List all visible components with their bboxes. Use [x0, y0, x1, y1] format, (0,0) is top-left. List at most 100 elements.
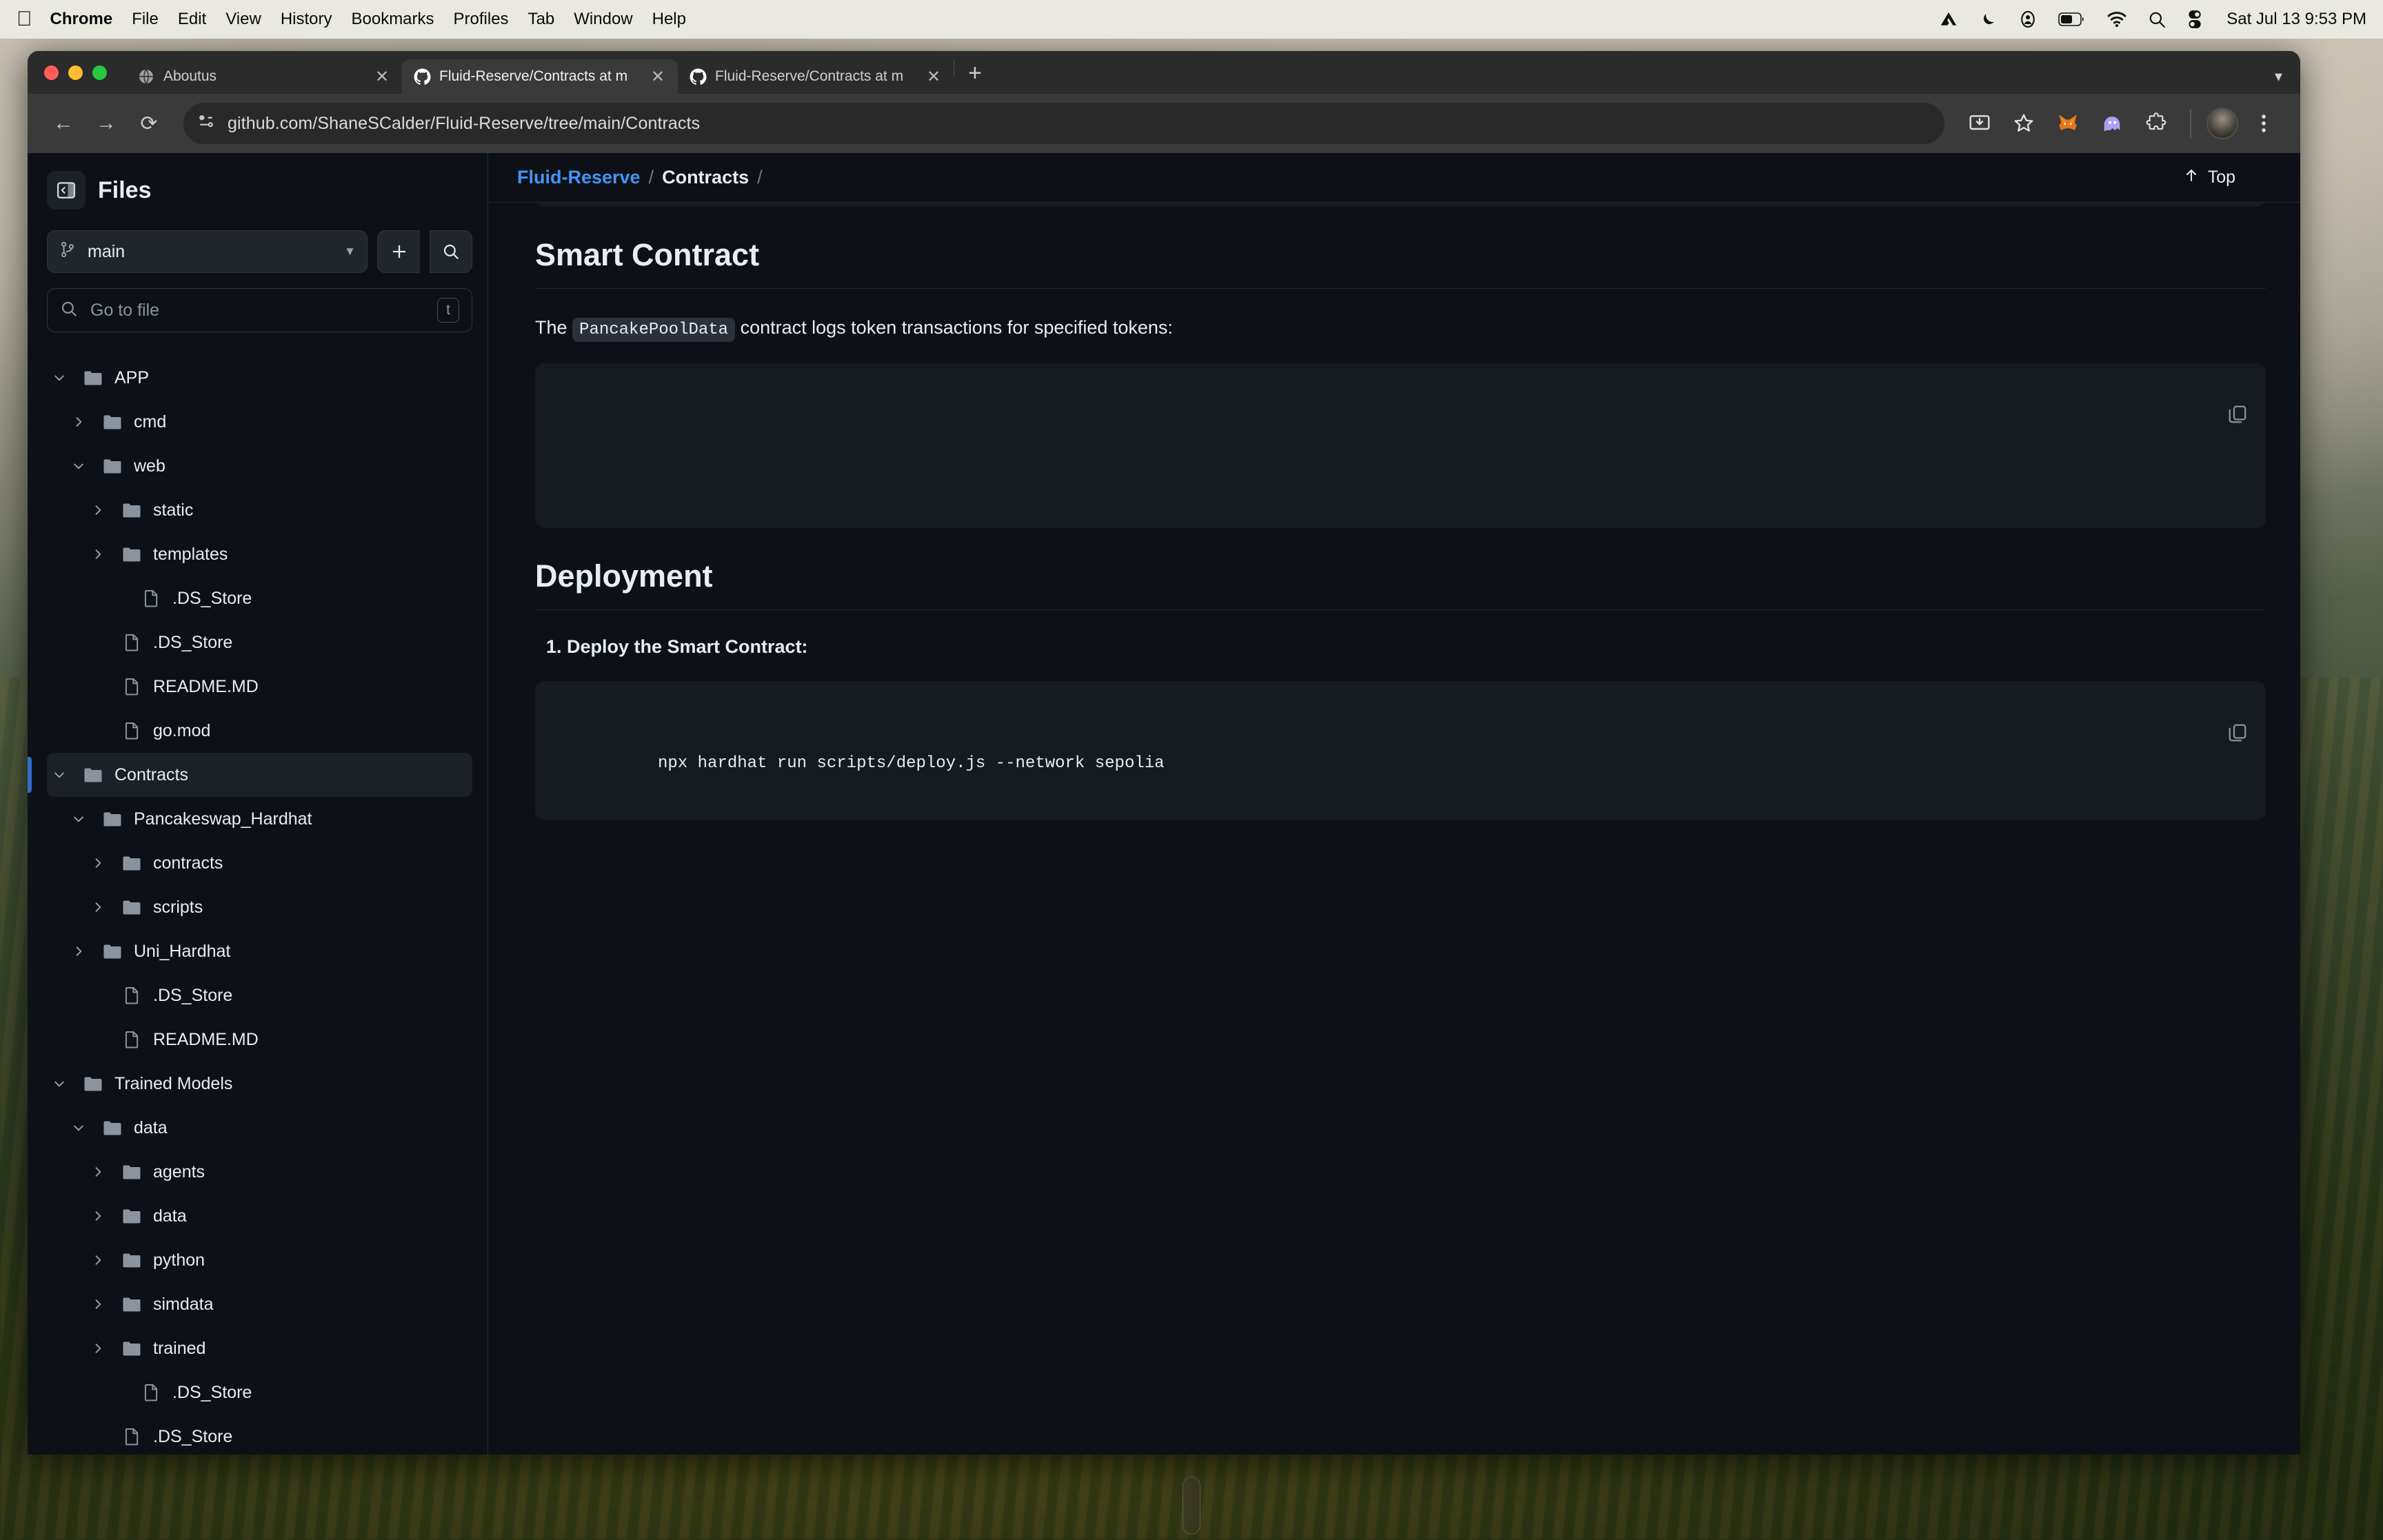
menu-item-help[interactable]: Help	[652, 10, 686, 29]
chevron-right-icon[interactable]	[66, 415, 91, 429]
tree-item-simdata[interactable]: simdata	[86, 1282, 472, 1326]
chevron-right-icon[interactable]	[86, 547, 110, 561]
scroll-to-top-button[interactable]: Top	[2183, 167, 2271, 188]
menu-item-chrome[interactable]: Chrome	[50, 10, 113, 29]
chevron-right-icon[interactable]	[86, 900, 110, 914]
chevron-right-icon[interactable]	[86, 1165, 110, 1179]
tree-item-label: trained	[153, 1338, 206, 1358]
tree-item-agents[interactable]: agents	[86, 1150, 472, 1194]
menu-item-window[interactable]: Window	[574, 10, 632, 29]
tree-item--ds-store[interactable]: .DS_Store	[86, 973, 472, 1017]
chevron-right-icon[interactable]	[66, 944, 91, 958]
tree-item-python[interactable]: python	[86, 1238, 472, 1282]
tree-item-cmd[interactable]: cmd	[66, 400, 472, 444]
battery-icon[interactable]	[2058, 12, 2086, 27]
close-window-button[interactable]	[44, 65, 59, 80]
tree-item-data[interactable]: data	[86, 1194, 472, 1238]
chevron-right-icon[interactable]	[86, 1209, 110, 1223]
chevron-right-icon[interactable]	[86, 856, 110, 870]
minimize-window-button[interactable]	[68, 65, 83, 80]
menubar-clock[interactable]: Sat Jul 13 9:53 PM	[2226, 10, 2366, 29]
tree-item-go-mod[interactable]: go.mod	[86, 709, 472, 753]
chevron-down-icon[interactable]: ▾	[2275, 68, 2282, 85]
chevron-right-icon[interactable]	[86, 1253, 110, 1267]
page-info-icon[interactable]	[196, 112, 217, 136]
user-circle-icon[interactable]	[2018, 10, 2038, 29]
tree-item-templates[interactable]: templates	[86, 532, 472, 576]
go-to-file-input[interactable]: Go to file t	[47, 288, 472, 332]
phantom-extension-icon[interactable]	[2093, 105, 2131, 142]
menu-item-bookmarks[interactable]: Bookmarks	[351, 10, 434, 29]
file-icon	[120, 1030, 143, 1049]
breadcrumb-repo-link[interactable]: Fluid-Reserve	[517, 167, 641, 188]
tree-item-readme-md[interactable]: README.MD	[86, 1017, 472, 1062]
address-bar-url[interactable]: github.com/ShaneSCalder/Fluid-Reserve/tr…	[228, 114, 700, 134]
chevron-down-icon[interactable]	[47, 1077, 72, 1091]
browser-tab-fluid-reserve-active[interactable]: Fluid-Reserve/Contracts at m ✕	[402, 59, 678, 94]
copy-icon[interactable]	[2108, 378, 2248, 460]
install-app-icon[interactable]	[1961, 105, 1998, 142]
tree-item-label: scripts	[153, 897, 203, 917]
back-button[interactable]: ←	[46, 105, 81, 141]
tree-item-data[interactable]: data	[66, 1106, 472, 1150]
tree-item-trained-models[interactable]: Trained Models	[47, 1062, 472, 1106]
search-files-button[interactable]	[430, 230, 472, 273]
tree-item--ds-store[interactable]: .DS_Store	[86, 1415, 472, 1455]
browser-tab-fluid-reserve-2[interactable]: Fluid-Reserve/Contracts at m ✕	[678, 59, 954, 94]
menu-item-profiles[interactable]: Profiles	[454, 10, 509, 29]
tree-item-trained[interactable]: trained	[86, 1326, 472, 1370]
branch-selector[interactable]: main ▼	[47, 230, 368, 273]
menu-item-file[interactable]: File	[132, 10, 159, 29]
menu-item-view[interactable]: View	[225, 10, 261, 29]
chevron-down-icon[interactable]	[66, 459, 91, 473]
nordvpn-icon[interactable]	[1938, 9, 1959, 30]
tree-item--ds-store[interactable]: .DS_Store	[105, 576, 472, 620]
maximize-window-button[interactable]	[92, 65, 107, 80]
folder-icon	[120, 1338, 143, 1359]
address-bar[interactable]: github.com/ShaneSCalder/Fluid-Reserve/tr…	[183, 103, 1944, 144]
tree-item-readme-md[interactable]: README.MD	[86, 665, 472, 709]
metamask-extension-icon[interactable]	[2049, 105, 2087, 142]
new-tab-button[interactable]: +	[954, 60, 996, 94]
apple-logo-icon[interactable]: 	[17, 9, 32, 30]
tree-item-contracts[interactable]: Contracts	[28, 753, 472, 797]
chrome-menu-kebab-icon[interactable]	[2245, 105, 2282, 142]
tree-item-static[interactable]: static	[86, 488, 472, 532]
menu-item-tab[interactable]: Tab	[528, 10, 555, 29]
menu-item-edit[interactable]: Edit	[178, 10, 206, 29]
tree-item-app[interactable]: APP	[47, 356, 472, 400]
chevron-down-icon[interactable]	[66, 812, 91, 826]
control-center-icon[interactable]	[2186, 10, 2203, 29]
profile-avatar[interactable]	[2206, 108, 2238, 139]
browser-tab-aboutus[interactable]: Aboutus ✕	[126, 59, 402, 94]
moon-icon[interactable]	[1980, 10, 1998, 28]
reload-button[interactable]: ⟳	[131, 105, 167, 141]
close-tab-button[interactable]: ✕	[649, 67, 667, 87]
tree-item--ds-store[interactable]: .DS_Store	[86, 620, 472, 665]
search-icon[interactable]	[2148, 10, 2166, 28]
tree-item--ds-store[interactable]: .DS_Store	[105, 1370, 472, 1415]
tree-item-scripts[interactable]: scripts	[86, 885, 472, 929]
add-file-button[interactable]	[377, 230, 420, 273]
menu-item-history[interactable]: History	[281, 10, 332, 29]
chevron-down-icon[interactable]	[66, 1121, 91, 1135]
chevron-right-icon[interactable]	[86, 1341, 110, 1355]
wifi-icon[interactable]	[2107, 11, 2127, 28]
forward-button[interactable]: →	[88, 105, 124, 141]
copy-icon[interactable]	[2108, 696, 2248, 778]
branch-icon	[59, 241, 77, 263]
tree-item-contracts[interactable]: contracts	[86, 841, 472, 885]
chevron-down-icon[interactable]	[47, 768, 72, 782]
close-tab-button[interactable]: ✕	[925, 67, 943, 87]
tree-item-pancakeswap-hardhat[interactable]: Pancakeswap_Hardhat	[66, 797, 472, 841]
chevron-down-icon[interactable]	[47, 371, 72, 385]
chevron-right-icon[interactable]	[86, 503, 110, 517]
extensions-puzzle-icon[interactable]	[2138, 105, 2175, 142]
tree-item-web[interactable]: web	[66, 444, 472, 488]
chevron-right-icon[interactable]	[86, 1297, 110, 1311]
bookmark-star-icon[interactable]	[2005, 105, 2042, 142]
folder-icon	[81, 764, 105, 785]
close-tab-button[interactable]: ✕	[373, 67, 391, 87]
sidebar-collapse-icon[interactable]	[47, 171, 86, 210]
tree-item-uni-hardhat[interactable]: Uni_Hardhat	[66, 929, 472, 973]
